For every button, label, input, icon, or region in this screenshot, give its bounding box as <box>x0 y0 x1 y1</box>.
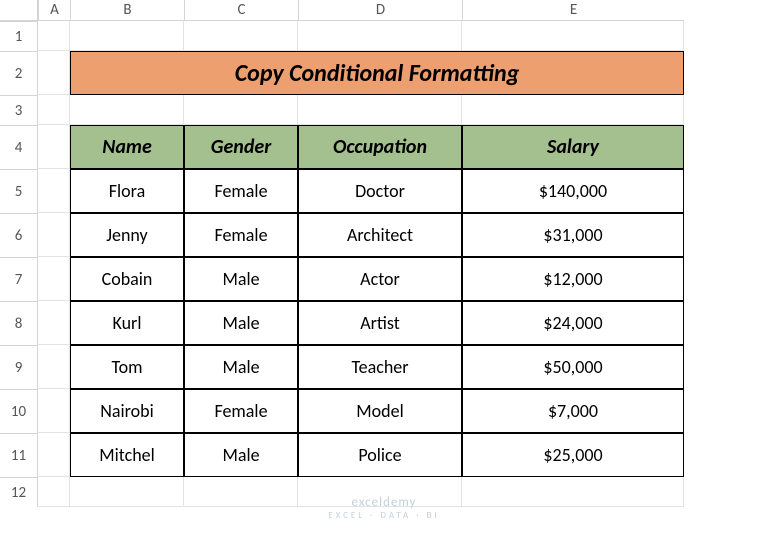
cell-name[interactable]: Cobain <box>70 257 184 301</box>
empty-cell[interactable] <box>298 95 462 125</box>
cell-name[interactable]: Mitchel <box>70 433 184 477</box>
cell-name[interactable]: Flora <box>70 169 184 213</box>
cell-salary[interactable]: $25,000 <box>462 433 684 477</box>
row-header-10[interactable]: 10 <box>0 389 38 433</box>
cell-occupation[interactable]: Architect <box>298 213 462 257</box>
cell-salary[interactable]: $140,000 <box>462 169 684 213</box>
cell-occupation[interactable]: Actor <box>298 257 462 301</box>
empty-cell[interactable] <box>462 477 684 507</box>
cell-gender[interactable]: Male <box>184 345 298 389</box>
cell-name[interactable]: Jenny <box>70 213 184 257</box>
cell-name[interactable]: Tom <box>70 345 184 389</box>
empty-cell[interactable] <box>38 301 70 345</box>
cell-salary[interactable]: $12,000 <box>462 257 684 301</box>
empty-cell[interactable] <box>38 345 70 389</box>
empty-cell[interactable] <box>38 389 70 433</box>
column-header-d[interactable]: D <box>298 0 462 21</box>
cell-name[interactable]: Nairobi <box>70 389 184 433</box>
empty-cell[interactable] <box>38 433 70 477</box>
row-header-6[interactable]: 6 <box>0 213 38 257</box>
column-headers: ABCDE <box>38 0 684 21</box>
empty-cell[interactable] <box>70 21 184 51</box>
row-header-5[interactable]: 5 <box>0 169 38 213</box>
empty-cell[interactable] <box>70 95 184 125</box>
empty-cell[interactable] <box>38 125 70 169</box>
empty-cell[interactable] <box>184 21 298 51</box>
empty-cell[interactable] <box>38 169 70 213</box>
row-header-3[interactable]: 3 <box>0 95 38 125</box>
row-header-4[interactable]: 4 <box>0 125 38 169</box>
row-header-2[interactable]: 2 <box>0 51 38 95</box>
empty-cell[interactable] <box>38 213 70 257</box>
empty-cell[interactable] <box>462 95 684 125</box>
cell-salary[interactable]: $7,000 <box>462 389 684 433</box>
row-header-9[interactable]: 9 <box>0 345 38 389</box>
cell-salary[interactable]: $24,000 <box>462 301 684 345</box>
row-header-1[interactable]: 1 <box>0 21 38 51</box>
grid: Copy Conditional Formatting NameGenderOcc… <box>38 21 684 507</box>
header-salary[interactable]: Salary <box>462 125 684 169</box>
cell-occupation[interactable]: Doctor <box>298 169 462 213</box>
empty-cell[interactable] <box>298 477 462 507</box>
header-name[interactable]: Name <box>70 125 184 169</box>
spreadsheet: ABCDE 123456789101112 Copy Conditional F… <box>0 0 768 559</box>
title-cell[interactable]: Copy Conditional Formatting <box>70 51 684 95</box>
empty-cell[interactable] <box>184 477 298 507</box>
row-headers: 123456789101112 <box>0 21 38 507</box>
empty-cell[interactable] <box>38 477 70 507</box>
row-header-8[interactable]: 8 <box>0 301 38 345</box>
cell-name[interactable]: Kurl <box>70 301 184 345</box>
column-header-c[interactable]: C <box>184 0 298 21</box>
cell-occupation[interactable]: Artist <box>298 301 462 345</box>
select-all-corner[interactable] <box>0 0 38 21</box>
column-header-e[interactable]: E <box>462 0 684 21</box>
cell-occupation[interactable]: Police <box>298 433 462 477</box>
empty-cell[interactable] <box>38 95 70 125</box>
cell-gender[interactable]: Male <box>184 301 298 345</box>
cell-salary[interactable]: $31,000 <box>462 213 684 257</box>
cell-occupation[interactable]: Model <box>298 389 462 433</box>
header-gender[interactable]: Gender <box>184 125 298 169</box>
cell-occupation[interactable]: Teacher <box>298 345 462 389</box>
empty-cell[interactable] <box>298 21 462 51</box>
cell-gender[interactable]: Female <box>184 213 298 257</box>
column-header-a[interactable]: A <box>38 0 70 21</box>
cell-salary[interactable]: $50,000 <box>462 345 684 389</box>
row-header-7[interactable]: 7 <box>0 257 38 301</box>
empty-cell[interactable] <box>38 257 70 301</box>
cell-gender[interactable]: Male <box>184 433 298 477</box>
row-header-12[interactable]: 12 <box>0 477 38 507</box>
empty-cell[interactable] <box>462 21 684 51</box>
empty-cell[interactable] <box>38 21 70 51</box>
empty-cell[interactable] <box>38 51 70 95</box>
cell-gender[interactable]: Female <box>184 169 298 213</box>
empty-cell[interactable] <box>70 477 184 507</box>
header-occupation[interactable]: Occupation <box>298 125 462 169</box>
empty-cell[interactable] <box>184 95 298 125</box>
cell-gender[interactable]: Female <box>184 389 298 433</box>
row-header-11[interactable]: 11 <box>0 433 38 477</box>
column-header-b[interactable]: B <box>70 0 184 21</box>
cell-gender[interactable]: Male <box>184 257 298 301</box>
watermark-subtext: EXCEL · DATA · BI <box>328 510 439 521</box>
